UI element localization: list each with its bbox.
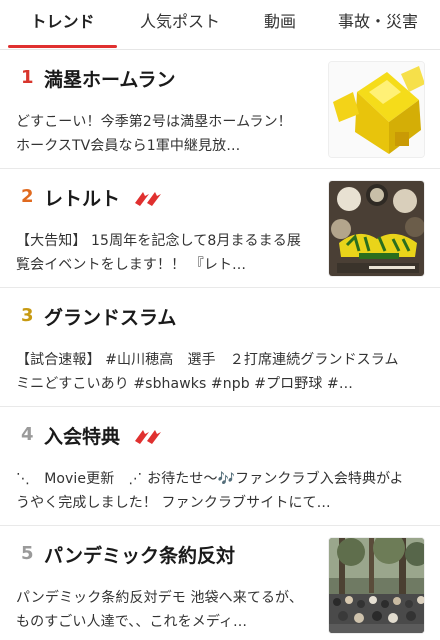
trend-title: グランドスラム [44,307,177,329]
trend-rank: 3 [21,305,34,326]
trend-rank: 2 [21,186,34,207]
rising-arrows-icon [133,427,163,450]
trend-title-wrap: 入会特典 [44,422,163,450]
tab-popular-posts[interactable]: 人気ポスト [120,0,240,50]
trend-title: 満塁ホームラン [44,69,176,91]
rising-arrows-icon [133,189,163,212]
active-tab-indicator [8,45,117,48]
crowd-photo-thumbnail[interactable] [328,537,425,634]
trend-title: 入会特典 [44,426,121,448]
trend-tab-bar: トレンド 人気ポスト 動画 事故・災害 [0,0,440,50]
anime-poster-thumbnail[interactable] [328,180,425,277]
tab-accidents-disasters[interactable]: 事故・災害 [322,0,434,50]
tab-videos[interactable]: 動画 [248,0,312,50]
trend-description: どすこーい！今季第2号は満塁ホームラン！ ホークスTV会員なら1軍中継見放… [16,114,292,154]
yellow-block-thumbnail[interactable] [328,61,425,158]
trend-description: 【大告知】 15周年を記念して8月まるまる展覧会イベントをします！！ 『レト… [16,233,301,273]
trend-rank: 4 [21,424,34,445]
tab-trend[interactable]: トレンド [8,0,117,50]
trend-rank: 5 [21,543,34,564]
trend-title-wrap: レトルト [44,184,163,212]
trend-description: ⋱ Movie更新 ⋰ お待たせ〜🎶ファンクラブ入会特典がようやく完成しました！… [16,471,404,511]
trend-rank: 1 [21,67,34,88]
trend-item-4[interactable]: 4 入会特典 ⋱ Movie更新 ⋰ お待たせ〜🎶ファンクラブ入会特典がようやく… [0,408,440,526]
trend-item-5[interactable]: 5 パンデミック条約反対 パンデミック条約反対デモ 池袋へ来てるが、ものすごい人… [0,527,440,640]
trend-item-2[interactable]: 2 レトルト 【大告知】 15周年を記念して8月まるまる展覧会イベントをします！… [0,170,440,288]
trend-item-1[interactable]: 1 満塁ホームラン どすこーい！今季第2号は満塁ホームラン！ ホークスTV会員な… [0,51,440,169]
trend-title: レトルト [44,188,121,210]
trend-description: パンデミック条約反対デモ 池袋へ来てるが、ものすごい人達で、、これをメディ… [16,590,303,630]
trend-title: パンデミック条約反対 [44,545,235,567]
trend-description: 【試合速報】 #山川穂高 選手 ２打席連続グランドスラム ミニどすこいあり #s… [16,352,399,392]
trend-item-3[interactable]: 3 グランドスラム 【試合速報】 #山川穂高 選手 ２打席連続グランドスラム ミ… [0,289,440,407]
